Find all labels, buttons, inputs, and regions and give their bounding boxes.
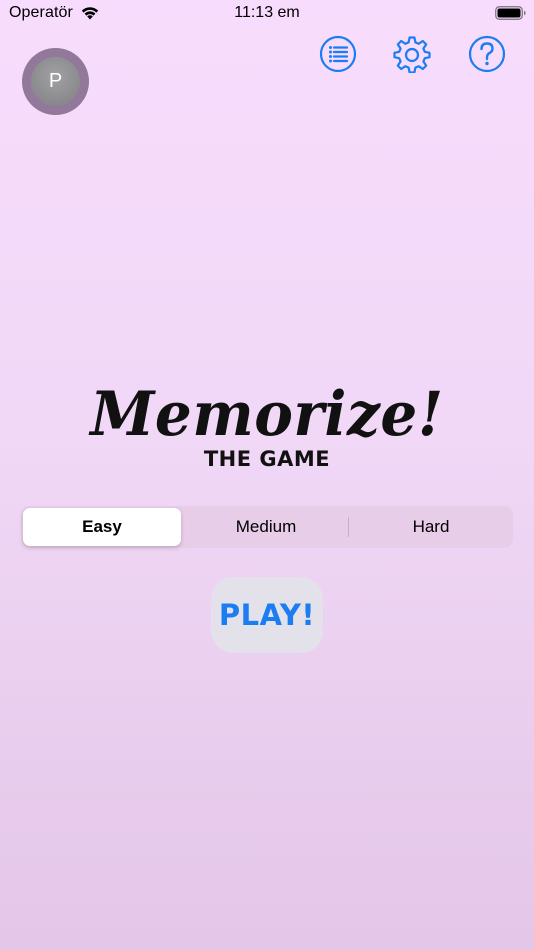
help-button[interactable] (468, 35, 506, 73)
app-subtitle: THE GAME (203, 447, 331, 471)
difficulty-easy[interactable]: Easy (23, 508, 181, 546)
profile-avatar-button[interactable]: P (22, 48, 89, 115)
difficulty-hard[interactable]: Hard (349, 508, 513, 546)
clock: 11:13 em (234, 4, 300, 21)
gear-icon (393, 36, 431, 73)
status-bar: Operatör 11:13 em (0, 0, 534, 28)
list-icon (319, 35, 357, 73)
battery-icon (495, 6, 526, 20)
difficulty-medium[interactable]: Medium (184, 508, 348, 546)
list-button[interactable] (319, 35, 357, 73)
difficulty-selector: Easy Medium Hard (21, 506, 513, 548)
settings-button[interactable] (393, 35, 431, 73)
avatar-initial: P (31, 57, 80, 106)
help-icon (468, 35, 506, 73)
app-title: Memorize! (90, 378, 444, 450)
play-button[interactable]: PLAY! (211, 577, 323, 653)
